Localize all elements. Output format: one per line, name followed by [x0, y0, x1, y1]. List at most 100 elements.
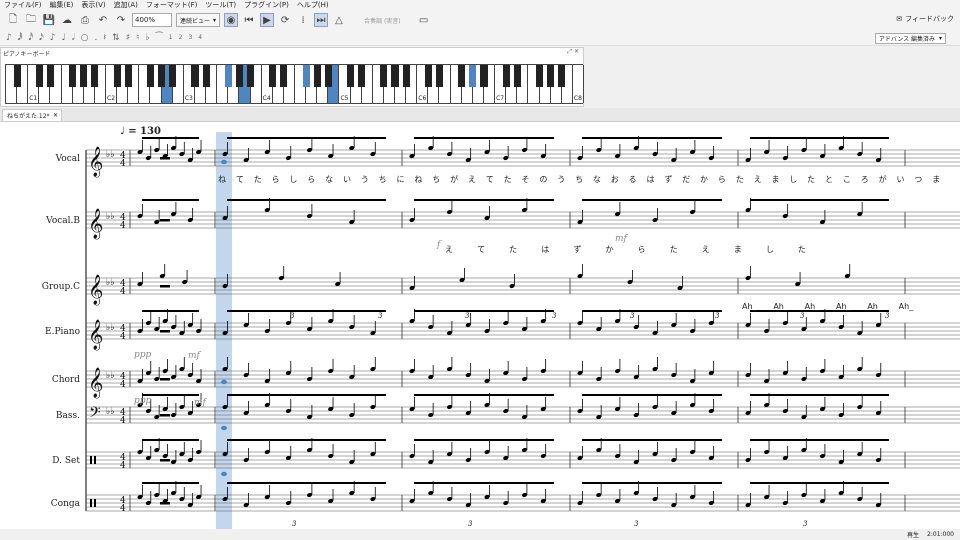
lyric-syllable[interactable]: ら: [638, 244, 646, 255]
piano-black-key[interactable]: [458, 65, 466, 87]
lyric-syllable[interactable]: ま: [932, 174, 940, 185]
instrument-name[interactable]: Vocal.B: [0, 216, 80, 226]
lyric-syllable[interactable]: い: [343, 174, 351, 185]
lyric-syllable[interactable]: ま: [771, 174, 779, 185]
piano-black-key[interactable]: [513, 65, 521, 87]
loop-icon[interactable]: ⟳: [278, 13, 292, 27]
instrument-name[interactable]: Bass.: [0, 411, 80, 421]
play-icon[interactable]: ▶: [260, 13, 275, 27]
lyric-syllable[interactable]: ち: [575, 174, 583, 185]
lyric-syllable[interactable]: Ah_: [805, 302, 820, 311]
new-file-icon[interactable]: 🗋: [6, 13, 20, 27]
lyric-syllable[interactable]: た: [509, 244, 517, 255]
instrument-name[interactable]: D. Set: [0, 456, 80, 466]
image-capture-icon[interactable]: ▭: [417, 13, 431, 27]
zoom-input[interactable]: 400%: [132, 13, 172, 27]
lyric-syllable[interactable]: ら: [718, 174, 726, 185]
lyric-syllable[interactable]: ね: [414, 174, 422, 185]
instrument-name[interactable]: Group.C: [0, 282, 80, 292]
score-canvas[interactable]: 𝄞 ♭♭ 4 4 𝄞 ♭♭ 4 4 𝄞 ♭♭ 4 4 𝄞 ♭♭ 4 4 𝄞 ♭♭ 4 4 𝄢 ♭♭ 4 4 4 4 4 4 ♩ = 1…: [0, 122, 960, 529]
piano-black-key[interactable]: [502, 65, 510, 87]
flip-icon[interactable]: ⇅: [112, 33, 120, 43]
lyric-syllable[interactable]: て: [477, 244, 485, 255]
lyric-syllable[interactable]: え: [754, 174, 762, 185]
menu-help[interactable]: ヘルプ(H): [293, 0, 333, 10]
metronome-icon[interactable]: △: [332, 13, 346, 27]
menu-tools[interactable]: ツール(T): [201, 0, 240, 10]
lyric-syllable[interactable]: Ah_: [773, 302, 788, 311]
lyric-syllable[interactable]: と: [825, 174, 833, 185]
piano-black-key[interactable]: [235, 65, 243, 87]
piano-black-key[interactable]: [69, 65, 77, 87]
lyric-syllable[interactable]: た: [504, 174, 512, 185]
piano-black-key[interactable]: [158, 65, 166, 87]
concert-pitch-toggle[interactable]: 合奏調 (実音): [364, 16, 401, 25]
voice-2-button[interactable]: 2: [179, 34, 183, 41]
lyric-syllable[interactable]: る: [629, 174, 637, 185]
duration-16th-icon[interactable]: 𝅘𝅥𝅯: [39, 33, 44, 43]
lyric-syllable[interactable]: え: [468, 174, 476, 185]
lyric-syllable[interactable]: が: [879, 174, 887, 185]
lyric-syllable[interactable]: の: [539, 174, 547, 185]
dynamic-marking[interactable]: ppp: [134, 350, 151, 360]
lyric-syllable[interactable]: か: [700, 174, 708, 185]
menu-add[interactable]: 追加(A): [110, 0, 142, 10]
piano-black-key[interactable]: [35, 65, 43, 87]
lyric-syllable[interactable]: ち: [379, 174, 387, 185]
voice-3-button[interactable]: 3: [188, 34, 192, 41]
close-icon[interactable]: ✕: [53, 112, 58, 119]
piano-black-key[interactable]: [547, 65, 555, 87]
lyric-syllable[interactable]: て: [486, 174, 494, 185]
menu-view[interactable]: 表示(V): [77, 0, 109, 10]
panel-close-icon[interactable]: ⤢ ✕: [567, 48, 579, 56]
lyric-syllable[interactable]: ら: [272, 174, 280, 185]
duration-32nd-icon[interactable]: 𝅘𝅥𝅰: [28, 33, 33, 43]
lyric-syllable[interactable]: ず: [664, 174, 672, 185]
loop-out-icon[interactable]: ⏭: [314, 13, 329, 27]
piano-black-key[interactable]: [113, 65, 121, 87]
lyric-syllable[interactable]: ら: [307, 174, 315, 185]
lyric-syllable[interactable]: た: [807, 174, 815, 185]
view-mode-select[interactable]: 連続ビュー ▾: [176, 13, 221, 27]
piano-black-key[interactable]: [380, 65, 388, 87]
piano-black-key[interactable]: [280, 65, 288, 87]
piano-black-key[interactable]: [246, 65, 255, 87]
menu-file[interactable]: ファイル(F): [0, 0, 46, 10]
sharp-icon[interactable]: ♯: [126, 33, 130, 43]
tie-icon[interactable]: ⁀: [156, 33, 163, 43]
piano-black-key[interactable]: [91, 65, 99, 87]
open-folder-icon[interactable]: 🗀: [24, 13, 38, 27]
menu-format[interactable]: フォーマット(F): [142, 0, 202, 10]
duration-64th-icon[interactable]: 𝅘𝅥𝅱: [18, 33, 23, 43]
piano-black-key[interactable]: [46, 65, 54, 87]
lyric-syllable[interactable]: Ah_: [836, 302, 851, 311]
piano-black-key[interactable]: [347, 65, 355, 87]
piano-black-key[interactable]: [358, 65, 366, 87]
undo-icon[interactable]: ↶: [96, 13, 110, 27]
lyric-syllable[interactable]: そ: [522, 174, 530, 185]
piano-black-key[interactable]: [313, 65, 321, 87]
workspace-select[interactable]: アドバンス 編集済み ▾: [874, 33, 946, 44]
piano-black-key[interactable]: [391, 65, 399, 87]
piano-black-key[interactable]: [124, 65, 132, 87]
lyric-syllable[interactable]: は: [541, 244, 549, 255]
lyric-syllable[interactable]: こ: [843, 174, 851, 185]
save-icon[interactable]: 💾: [42, 13, 56, 27]
feedback-button[interactable]: ✉ フィードバック: [896, 14, 954, 24]
lyric-syllable[interactable]: た: [254, 174, 262, 185]
lyric-syllable[interactable]: ち: [432, 174, 440, 185]
lyric-syllable[interactable]: う: [361, 174, 369, 185]
lyric-syllable[interactable]: た: [670, 244, 678, 255]
lyric-syllable[interactable]: お: [611, 174, 619, 185]
duration-whole-icon[interactable]: ○: [81, 33, 89, 43]
dynamic-marking[interactable]: ppp: [134, 396, 151, 406]
lyric-syllable[interactable]: し: [789, 174, 797, 185]
rewind-icon[interactable]: ⏮: [242, 13, 256, 27]
lyric-syllable[interactable]: ろ: [861, 174, 869, 185]
lyric-syllable[interactable]: い: [896, 174, 904, 185]
score-notation[interactable]: 𝄞 ♭♭ 44𝄞 ♭♭ 44𝄞 ♭♭ 44𝄞 ♭♭ 44𝄞 ♭♭ 44𝄢 ♭♭ 444444: [0, 122, 960, 529]
piano-black-key[interactable]: [169, 65, 177, 87]
duration-quarter-icon[interactable]: ♩: [62, 33, 66, 43]
lyric-syllable[interactable]: だ: [682, 174, 690, 185]
piano-black-key[interactable]: [324, 65, 332, 87]
